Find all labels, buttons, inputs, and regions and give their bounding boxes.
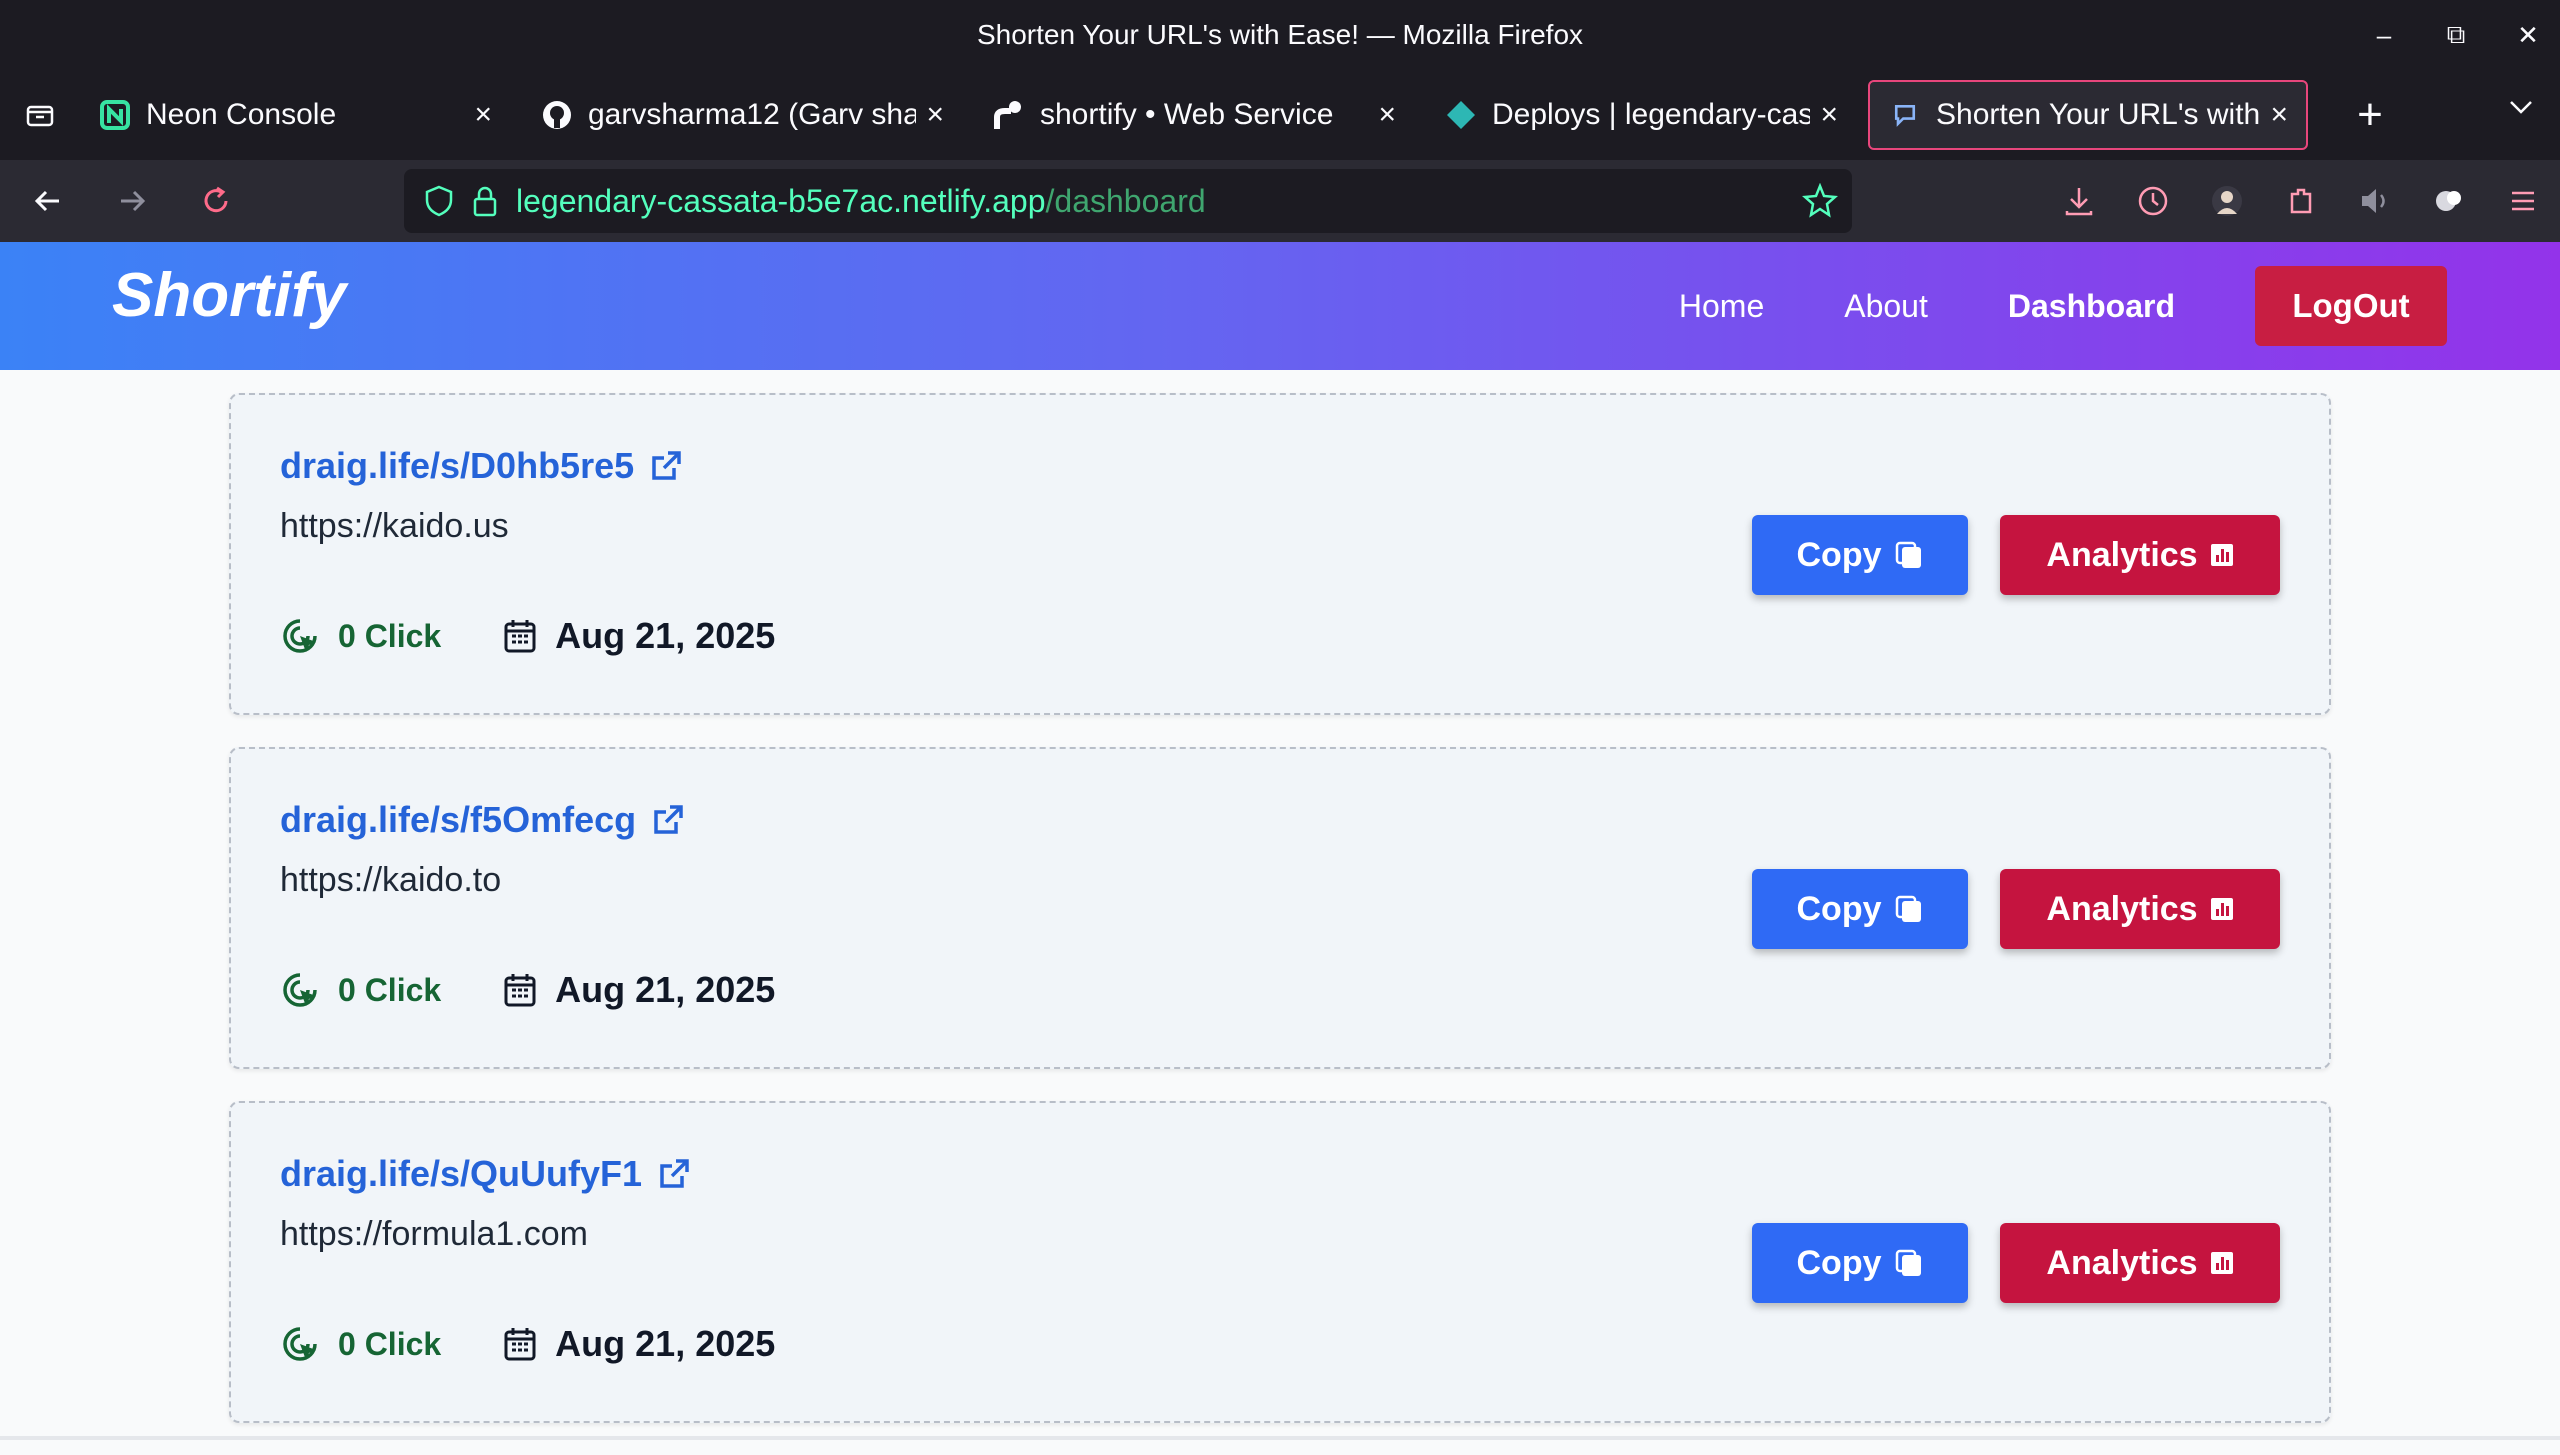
short-link[interactable]: draig.life/s/QuUufyF1 — [280, 1153, 692, 1195]
link-card: draig.life/s/QuUufyF1 https://formula1.c… — [229, 1101, 2331, 1423]
url-text[interactable]: legendary-cassata-b5e7ac.netlify.app/das… — [516, 183, 1206, 220]
original-url: https://formula1.com — [280, 1215, 589, 1253]
menu-icon[interactable] — [2486, 160, 2560, 242]
window-titlebar: Shorten Your URL's with Ease! — Mozilla … — [0, 0, 2560, 70]
chart-icon — [2210, 543, 2234, 567]
calendar-icon — [503, 972, 537, 1008]
chart-icon — [2210, 897, 2234, 921]
link-card: draig.life/s/f5Omfecg https://kaido.to 0… — [229, 747, 2331, 1069]
external-link-icon[interactable] — [656, 1156, 692, 1192]
link-card: draig.life/s/D0hb5re5 https://kaido.us 0… — [229, 393, 2331, 715]
tab-close-icon[interactable]: × — [926, 98, 944, 132]
shield-icon[interactable] — [422, 184, 456, 218]
tab-close-icon[interactable]: × — [474, 98, 492, 132]
star-icon[interactable] — [1802, 183, 1838, 219]
tab-github[interactable]: garvsharma12 (Garv sha × — [522, 80, 962, 150]
nav-about-link[interactable]: About — [1844, 288, 1928, 325]
analytics-button[interactable]: Analytics — [2000, 515, 2280, 595]
analytics-button[interactable]: Analytics — [2000, 1223, 2280, 1303]
short-link-text[interactable]: draig.life/s/QuUufyF1 — [280, 1153, 642, 1195]
copy-icon — [1894, 540, 1924, 570]
reload-button[interactable] — [180, 165, 252, 237]
copy-button[interactable]: Copy — [1752, 869, 1968, 949]
copy-icon — [1894, 1248, 1924, 1278]
address-bar[interactable]: legendary-cassata-b5e7ac.netlify.app/das… — [404, 169, 1852, 233]
tab-netlify-deploys[interactable]: Deploys | legendary-cas × — [1426, 80, 1856, 150]
short-link-text[interactable]: draig.life/s/D0hb5re5 — [280, 445, 634, 487]
created-date: Aug 21, 2025 — [503, 1323, 775, 1365]
render-icon — [992, 98, 1026, 132]
minimize-icon[interactable]: – — [2372, 20, 2396, 51]
link-list: draig.life/s/D0hb5re5 https://kaido.us 0… — [229, 393, 2331, 1455]
navigation-toolbar: legendary-cassata-b5e7ac.netlify.app/das… — [0, 160, 2560, 242]
chart-icon — [2210, 1251, 2234, 1275]
site-logo[interactable]: Shortify — [112, 260, 346, 331]
tab-neon-console[interactable]: Neon Console × — [80, 80, 510, 150]
lock-icon[interactable] — [470, 184, 500, 218]
close-window-icon[interactable]: ✕ — [2516, 20, 2540, 51]
tab-close-icon[interactable]: × — [2270, 98, 2288, 132]
cursor-click-icon — [280, 970, 320, 1010]
nav-home-link[interactable]: Home — [1679, 288, 1764, 325]
site-header: Shortify Home About Dashboard LogOut — [0, 242, 2560, 370]
shortify-icon — [1888, 98, 1922, 132]
short-link-text[interactable]: draig.life/s/f5Omfecg — [280, 799, 636, 841]
speaker-icon[interactable] — [2338, 160, 2412, 242]
toolbar-right — [2042, 160, 2560, 242]
nav-dashboard-link[interactable]: Dashboard — [2008, 288, 2175, 325]
original-url: https://kaido.to — [280, 861, 502, 899]
tab-overview-icon[interactable] — [0, 70, 80, 160]
restore-icon[interactable]: ⧉ — [2444, 19, 2468, 51]
logout-button[interactable]: LogOut — [2255, 266, 2447, 346]
link-meta: 0 Click Aug 21, 2025 — [280, 969, 775, 1011]
external-link-icon[interactable] — [650, 802, 686, 838]
downloads-icon[interactable] — [2042, 160, 2116, 242]
click-count: 0 Click — [280, 970, 441, 1010]
account-avatar-icon[interactable] — [2190, 160, 2264, 242]
url-host: legendary-cassata-b5e7ac.netlify.app — [516, 182, 1046, 219]
url-path: /dashboard — [1045, 182, 1206, 219]
click-count: 0 Click — [280, 616, 441, 656]
copy-icon — [1894, 894, 1924, 924]
neon-icon — [98, 98, 132, 132]
original-url: https://kaido.us — [280, 507, 509, 545]
new-tab-button[interactable]: + — [2340, 90, 2400, 140]
copy-button[interactable]: Copy — [1752, 1223, 1968, 1303]
calendar-icon — [503, 1326, 537, 1362]
cursor-click-icon — [280, 1324, 320, 1364]
link-meta: 0 Click Aug 21, 2025 — [280, 615, 775, 657]
window-title: Shorten Your URL's with Ease! — Mozilla … — [976, 19, 1584, 50]
tab-close-icon[interactable]: × — [1378, 98, 1396, 132]
github-icon — [540, 98, 574, 132]
cursor-click-icon — [280, 616, 320, 656]
created-date: Aug 21, 2025 — [503, 615, 775, 657]
link-meta: 0 Click Aug 21, 2025 — [280, 1323, 775, 1365]
copy-button[interactable]: Copy — [1752, 515, 1968, 595]
calendar-icon — [503, 618, 537, 654]
tab-strip: Neon Console × garvsharma12 (Garv sha × … — [0, 70, 2560, 160]
history-icon[interactable] — [2116, 160, 2190, 242]
netlify-icon — [1444, 98, 1478, 132]
viewport-bottom-edge — [0, 1436, 2560, 1440]
extension-puzzle-icon[interactable] — [2412, 160, 2486, 242]
site-nav: Home About Dashboard LogOut — [1679, 242, 2560, 370]
short-link[interactable]: draig.life/s/D0hb5re5 — [280, 445, 684, 487]
external-link-icon[interactable] — [648, 448, 684, 484]
tab-close-icon[interactable]: × — [1820, 98, 1838, 132]
created-date: Aug 21, 2025 — [503, 969, 775, 1011]
click-count: 0 Click — [280, 1324, 441, 1364]
tab-shortify-active[interactable]: Shorten Your URL's with × — [1868, 80, 2308, 150]
extensions-icon[interactable] — [2264, 160, 2338, 242]
tab-render-shortify[interactable]: shortify • Web Service × — [974, 80, 1414, 150]
analytics-button[interactable]: Analytics — [2000, 869, 2280, 949]
back-button[interactable] — [12, 165, 84, 237]
chevron-down-icon[interactable] — [2506, 92, 2536, 130]
short-link[interactable]: draig.life/s/f5Omfecg — [280, 799, 686, 841]
window-controls: – ⧉ ✕ — [2372, 0, 2540, 70]
forward-button[interactable] — [96, 165, 168, 237]
